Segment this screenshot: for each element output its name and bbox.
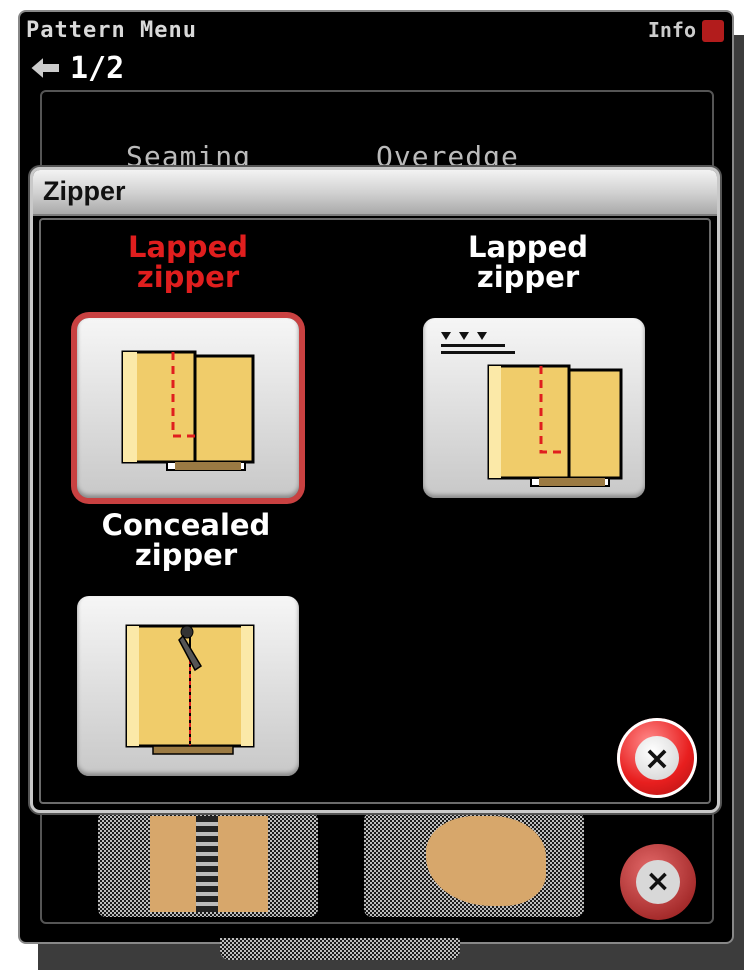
background-close-button: × bbox=[620, 844, 696, 920]
concealed-zipper-button[interactable] bbox=[77, 596, 299, 776]
background-titlebar: Pattern Menu Info bbox=[20, 12, 732, 46]
option-label-concealed-zipper: Concealed zipper bbox=[71, 510, 301, 570]
background-title: Pattern Menu bbox=[26, 18, 197, 43]
zipper-thumbnail bbox=[150, 816, 268, 912]
background-title-right: Info bbox=[647, 18, 696, 42]
lapped-zipper-icon bbox=[121, 350, 255, 471]
lapped-zipper-button[interactable] bbox=[77, 318, 299, 498]
background-card-blob bbox=[364, 812, 584, 917]
page-number: 1/2 bbox=[70, 50, 125, 86]
background-close-icon bbox=[702, 20, 724, 42]
option-label-lapped-zipper: Lapped zipper bbox=[433, 232, 623, 292]
option-label-line1: Concealed bbox=[101, 508, 271, 542]
option-label-lapped-zipper-selected: Lapped zipper bbox=[93, 232, 283, 292]
back-arrow-icon bbox=[28, 53, 61, 83]
zipper-teeth-icon bbox=[196, 816, 218, 912]
fabric-blob-icon bbox=[426, 816, 546, 906]
zipper-dialog: Zipper Lapped zipper Lapped zipper Conce… bbox=[30, 167, 720, 813]
close-button[interactable]: × bbox=[617, 718, 697, 798]
option-label-line2: zipper bbox=[136, 260, 240, 294]
background-bottom-bar bbox=[220, 938, 460, 960]
page-indicator: 1/2 bbox=[28, 48, 124, 88]
close-icon: × bbox=[635, 736, 679, 780]
dialog-header: Zipper bbox=[33, 170, 717, 216]
option-label-line2: zipper bbox=[134, 538, 238, 572]
option-label-line2: zipper bbox=[476, 260, 580, 294]
background-close-x-icon: × bbox=[636, 860, 680, 904]
lapped-zipper-feed-icon bbox=[441, 332, 623, 487]
option-label-line1: Lapped bbox=[468, 230, 588, 264]
dialog-title: Zipper bbox=[43, 176, 126, 206]
option-label-line1: Lapped bbox=[128, 230, 248, 264]
lapped-zipper-feed-button[interactable] bbox=[423, 318, 645, 498]
background-card-zipper bbox=[98, 812, 318, 917]
concealed-zipper-icon bbox=[125, 624, 255, 755]
